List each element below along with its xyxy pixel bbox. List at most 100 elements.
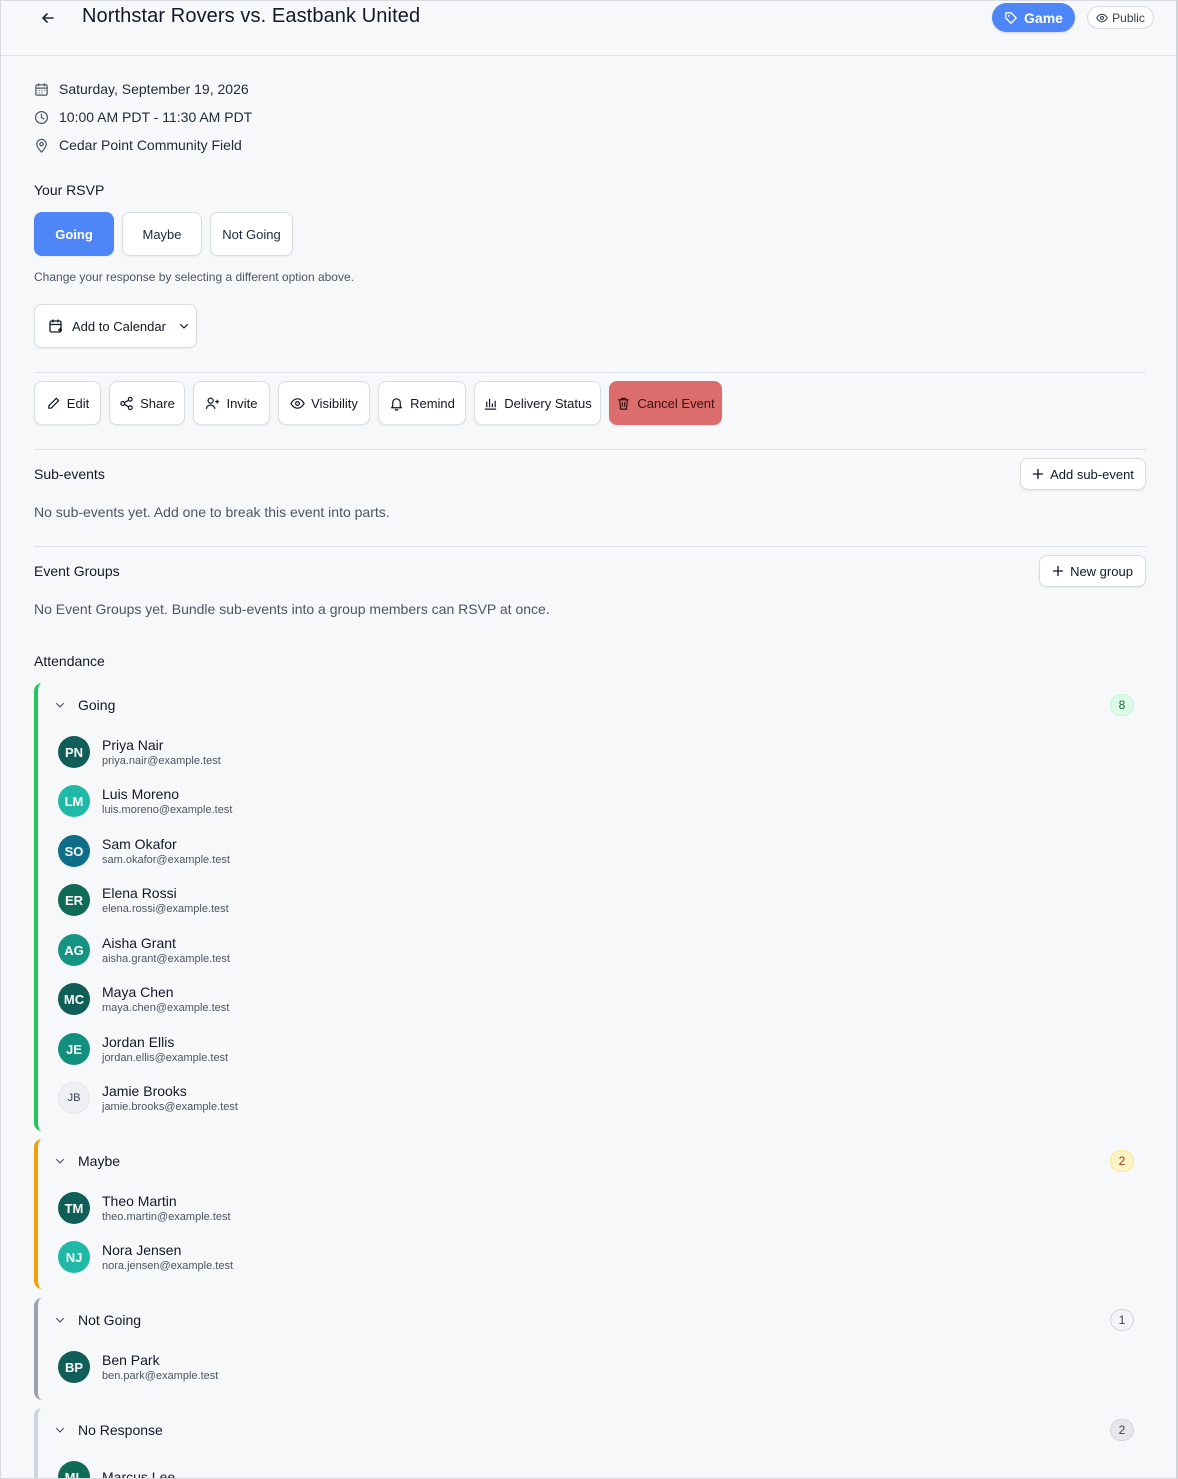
arrow-left-icon <box>42 13 54 23</box>
share-icon <box>120 396 133 410</box>
invite-label: Invite <box>226 395 258 411</box>
cancel-event-button[interactable]: Cancel Event <box>609 381 722 425</box>
avatar: JE <box>58 1033 90 1065</box>
event-type-label: Game <box>1024 9 1063 26</box>
avatar: BP <box>58 1351 90 1383</box>
divider <box>34 546 1146 547</box>
subevents-empty-text: No sub-events yet. Add one to break this… <box>34 504 390 520</box>
attendee-row[interactable]: PN Priya Nair priya.nair@example.test <box>58 732 221 772</box>
remind-label: Remind <box>410 395 455 411</box>
attendee-row[interactable]: ML Marcus Lee <box>58 1457 175 1478</box>
group-count-badge: 2 <box>1110 1419 1134 1441</box>
chevron-down-icon <box>56 1427 64 1433</box>
event-time: 10:00 AM PDT - 11:30 AM PDT <box>34 109 252 125</box>
attendee-email: luis.moreno@example.test <box>102 803 233 816</box>
group-label: Maybe <box>78 1153 121 1169</box>
attendee-row[interactable]: BP Ben Park ben.park@example.test <box>58 1347 218 1387</box>
attendee-email: priya.nair@example.test <box>102 754 221 767</box>
attendee-row[interactable]: MC Maya Chen maya.chen@example.test <box>58 979 229 1019</box>
attendee-row[interactable]: TM Theo Martin theo.martin@example.test <box>58 1188 231 1228</box>
avatar: JB <box>58 1082 90 1114</box>
avatar: ML <box>58 1461 90 1478</box>
delivery-status-button[interactable]: Delivery Status <box>474 381 601 425</box>
avatar: SO <box>58 835 90 867</box>
avatar: AG <box>58 934 90 966</box>
user-plus-icon <box>206 397 220 409</box>
attendee-email: elena.rossi@example.test <box>102 902 229 915</box>
invite-button[interactable]: Invite <box>193 381 270 425</box>
attendee-email: jordan.ellis@example.test <box>102 1051 229 1064</box>
group-label: No Response <box>78 1422 163 1438</box>
attendee-email: ben.park@example.test <box>102 1369 219 1382</box>
remind-button[interactable]: Remind <box>378 381 466 425</box>
eye-icon <box>1096 13 1108 22</box>
share-button[interactable]: Share <box>109 381 185 425</box>
plus-icon <box>1052 565 1064 577</box>
attendee-row[interactable]: JE Jordan Ellis jordan.ellis@example.test <box>58 1029 228 1069</box>
edit-label: Edit <box>66 395 90 411</box>
trash-icon <box>618 397 629 410</box>
attendee-row[interactable]: AG Aisha Grant aisha.grant@example.test <box>58 930 230 970</box>
attendee-email: jamie.brooks@example.test <box>102 1100 238 1113</box>
attendance-group-no-response: No Response 2 ML Marcus Lee <box>34 1408 1146 1478</box>
avatar: NJ <box>58 1241 90 1273</box>
group-label: Not Going <box>78 1312 142 1328</box>
group-count-badge: 2 <box>1110 1150 1134 1172</box>
group-toggle-maybe[interactable]: Maybe <box>54 1149 120 1173</box>
page-title: Northstar Rovers vs. Eastbank United <box>82 5 421 27</box>
group-label: Going <box>78 697 116 713</box>
event-location: Cedar Point Community Field <box>34 137 242 153</box>
add-sub-event-button[interactable]: Add sub-event <box>1020 458 1146 490</box>
attendee-name: Nora Jensen <box>102 1241 182 1258</box>
chevron-down-icon <box>56 1317 64 1323</box>
add-to-calendar-button[interactable]: Add to Calendar <box>34 304 197 348</box>
attendee-email: maya.chen@example.test <box>102 1001 230 1014</box>
calendar-plus-icon <box>49 319 62 333</box>
avatar: MC <box>58 983 90 1015</box>
group-toggle-not-going[interactable]: Not Going <box>54 1308 141 1332</box>
group-toggle-going[interactable]: Going <box>54 693 115 717</box>
attendee-name: Theo Martin <box>102 1192 177 1209</box>
bar-chart-icon <box>485 398 497 410</box>
attendance-group-going: Going 8 PN Priya Nair priya.nair@example.… <box>34 683 1146 1131</box>
cancel-event-label: Cancel Event <box>637 395 715 411</box>
clock-icon <box>34 110 49 124</box>
rsvp-heading: Your RSVP <box>34 182 105 198</box>
new-group-button[interactable]: New group <box>1039 555 1146 587</box>
group-count-badge: 8 <box>1110 694 1134 716</box>
map-pin-icon <box>36 138 47 153</box>
event-location-text: Cedar Point Community Field <box>59 137 242 153</box>
divider <box>34 449 1146 450</box>
pencil-icon <box>48 397 60 409</box>
attendee-row[interactable]: LM Luis Moreno luis.moreno@example.test <box>58 781 232 821</box>
rsvp-not-going-button[interactable]: Not Going <box>210 212 293 256</box>
attendance-group-maybe: Maybe 2 TM Theo Martin theo.martin@exampl… <box>34 1139 1146 1289</box>
attendee-email: theo.martin@example.test <box>102 1210 231 1223</box>
avatar: LM <box>58 785 90 817</box>
attendee-name: Jordan Ellis <box>102 1033 175 1050</box>
edit-button[interactable]: Edit <box>34 381 101 425</box>
group-count-badge: 1 <box>1110 1309 1134 1331</box>
plus-icon <box>1032 468 1044 480</box>
attendee-row[interactable]: NJ Nora Jensen nora.jensen@example.test <box>58 1237 233 1277</box>
attendee-row[interactable]: JB Jamie Brooks jamie.brooks@example.test <box>58 1078 238 1118</box>
event-groups-heading: Event Groups <box>34 563 120 579</box>
share-label: Share <box>140 395 175 411</box>
visibility-button[interactable]: Visibility <box>278 381 370 425</box>
attendee-row[interactable]: ER Elena Rossi elena.rossi@example.test <box>58 880 229 920</box>
attendee-row[interactable]: SO Sam Okafor sam.okafor@example.test <box>58 831 230 871</box>
group-toggle-no-response[interactable]: No Response <box>54 1418 163 1442</box>
attendee-name: Sam Okafor <box>102 835 177 852</box>
attendee-name: Maya Chen <box>102 983 174 1000</box>
back-button[interactable] <box>37 7 59 29</box>
rsvp-maybe-button[interactable]: Maybe <box>122 212 202 256</box>
new-group-label: New group <box>1070 563 1133 579</box>
eye-icon <box>290 397 305 409</box>
chevron-down-icon <box>56 1158 64 1164</box>
event-type-badge[interactable]: Game <box>992 3 1075 32</box>
calendar-icon <box>35 82 48 96</box>
chevron-down-icon <box>56 702 64 708</box>
visibility-button-label: Visibility <box>311 395 358 411</box>
rsvp-going-button[interactable]: Going <box>34 212 114 256</box>
attendee-email: nora.jensen@example.test <box>102 1259 234 1272</box>
